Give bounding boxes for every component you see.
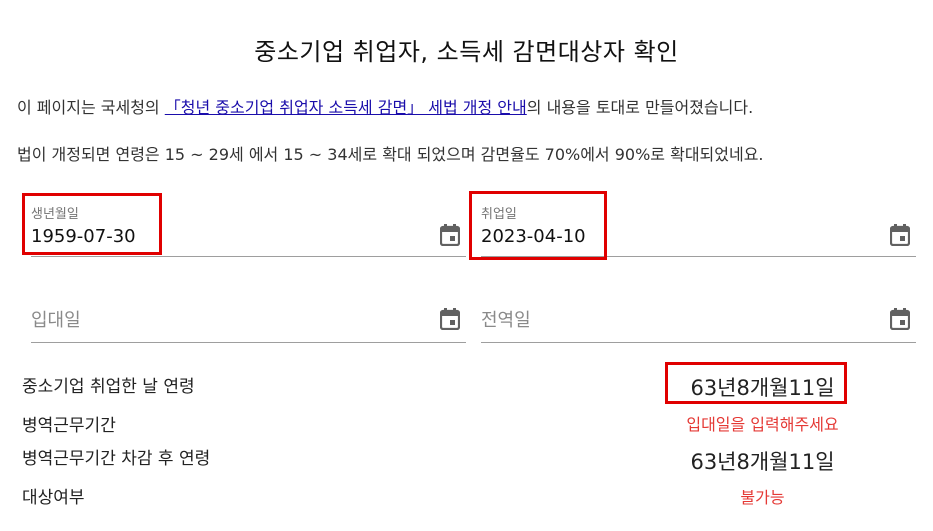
enlist-date-placeholder[interactable]: 입대일 <box>31 306 81 332</box>
discharge-date-field[interactable]: 전역일 <box>481 284 916 343</box>
intro-prefix: 이 페이지는 국세청의 <box>17 98 165 117</box>
result-eligibility-value: 불가능 <box>740 488 785 507</box>
tax-guide-link[interactable]: 「청년 중소기업 취업자 소득세 감면」 세법 개정 안내 <box>165 98 527 117</box>
intro-line-1: 이 페이지는 국세청의 「청년 중소기업 취업자 소득세 감면」 세법 개정 안… <box>17 94 753 118</box>
calendar-icon[interactable] <box>440 224 460 246</box>
result-eligibility-label: 대상여부 <box>22 488 85 508</box>
enlist-date-field[interactable]: 입대일 <box>31 284 466 343</box>
intro-line-2: 법이 개정되면 연령은 15 ~ 29세 에서 15 ~ 34세로 확대 되었으… <box>17 145 764 164</box>
page-title: 중소기업 취업자, 소득세 감면대상자 확인 <box>254 38 679 66</box>
calendar-icon[interactable] <box>440 308 460 330</box>
highlight-box <box>22 193 162 255</box>
result-military-value: 입대일을 입력해주세요 <box>686 415 839 434</box>
calendar-icon[interactable] <box>890 224 910 246</box>
discharge-date-placeholder[interactable]: 전역일 <box>481 306 531 332</box>
result-adjusted-age-label: 병역근무기간 차감 후 연령 <box>22 449 211 469</box>
highlight-box <box>469 191 607 260</box>
result-adjusted-age-value: 63년8개월11일 <box>690 450 835 474</box>
intro-suffix: 의 내용을 토대로 만들어졌습니다. <box>526 98 754 117</box>
result-military-label: 병역근무기간 <box>22 416 116 436</box>
result-age-value: 63년8개월11일 <box>690 376 835 400</box>
result-age-label: 중소기업 취업한 날 연령 <box>22 377 195 397</box>
calendar-icon[interactable] <box>890 308 910 330</box>
